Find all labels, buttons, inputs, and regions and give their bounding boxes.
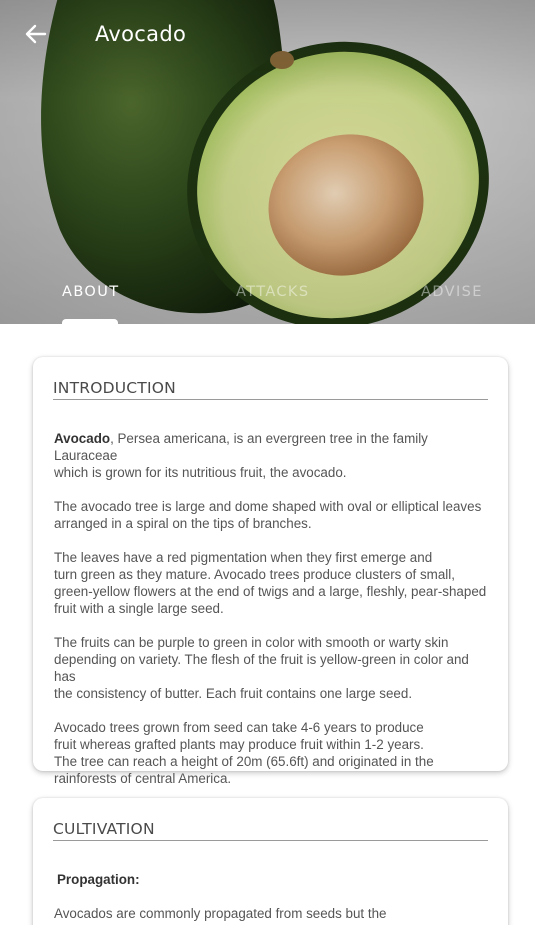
cultivation-card: CULTIVATION Propagation: Avocados are co… [33, 798, 508, 925]
introduction-body: Avocado, Persea americana, is an evergre… [53, 430, 488, 787]
introduction-paragraph-1: Avocado, Persea americana, is an evergre… [54, 430, 488, 481]
page-title: Avocado [95, 22, 187, 46]
introduction-paragraph-1-text: , Persea americana, is an evergreen tree… [54, 431, 428, 480]
introduction-paragraph-2: The avocado tree is large and dome shape… [54, 499, 482, 531]
tab-advise[interactable]: ADVISE [421, 284, 483, 300]
propagation-heading: Propagation: [57, 872, 140, 887]
tab-about[interactable]: ABOUT [62, 284, 120, 300]
cultivation-paragraph-1: Avocados are commonly propagated from se… [54, 906, 417, 925]
cultivation-body: Propagation: Avocados are commonly propa… [53, 871, 488, 925]
introduction-paragraph-3: The leaves have a red pigmentation when … [54, 550, 487, 616]
hero-overlay [0, 0, 535, 324]
tab-attacks[interactable]: ATTACKS [236, 284, 309, 300]
header-hero: Avocado ABOUT ATTACKS ADVISE [0, 0, 535, 324]
cultivation-title: CULTIVATION [53, 820, 488, 841]
avocado-bold-term: Avocado [54, 431, 111, 446]
introduction-title: INTRODUCTION [53, 379, 488, 400]
introduction-card: INTRODUCTION Avocado, Persea americana, … [33, 357, 508, 786]
arrow-left-icon [25, 24, 47, 44]
introduction-paragraph-5: Avocado trees grown from seed can take 4… [54, 720, 434, 786]
back-button[interactable] [18, 16, 54, 52]
tab-bar: ABOUT ATTACKS ADVISE [0, 280, 535, 324]
tab-indicator [62, 319, 118, 324]
introduction-paragraph-4: The fruits can be purple to green in col… [54, 635, 469, 701]
